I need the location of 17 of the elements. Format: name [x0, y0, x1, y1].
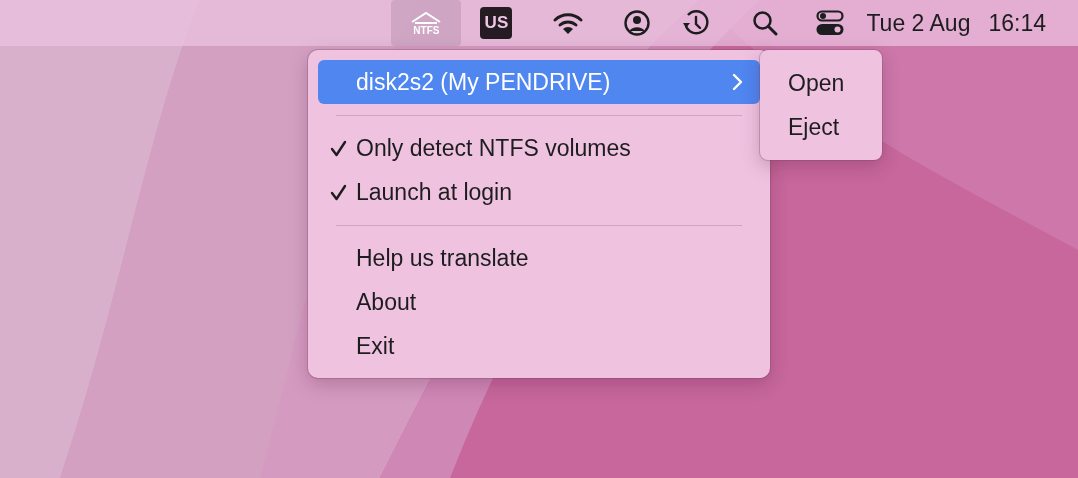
menu-item[interactable]: Help us translate — [318, 236, 760, 280]
control-center-icon[interactable] — [816, 10, 845, 36]
history-icon[interactable] — [680, 9, 711, 37]
menu-item[interactable]: Only detect NTFS volumes — [318, 126, 760, 170]
menu-item[interactable]: Exit — [318, 324, 760, 368]
wifi-icon[interactable] — [552, 11, 585, 35]
date-text: Tue 2 Aug — [866, 9, 971, 37]
chevron-icon — [732, 73, 744, 91]
input-source-indicator[interactable]: US — [480, 7, 513, 39]
search-icon[interactable] — [752, 10, 779, 36]
menu-item[interactable]: Eject — [770, 105, 872, 149]
menu-item[interactable]: disk2s2 (My PENDRIVE) — [318, 60, 760, 104]
user-icon[interactable] — [624, 10, 651, 36]
menu-item[interactable]: Open — [770, 61, 872, 105]
time-text: 16:14 — [988, 9, 1046, 37]
menu-item[interactable]: Launch at login — [318, 170, 760, 214]
menu-item[interactable]: About — [318, 280, 760, 324]
